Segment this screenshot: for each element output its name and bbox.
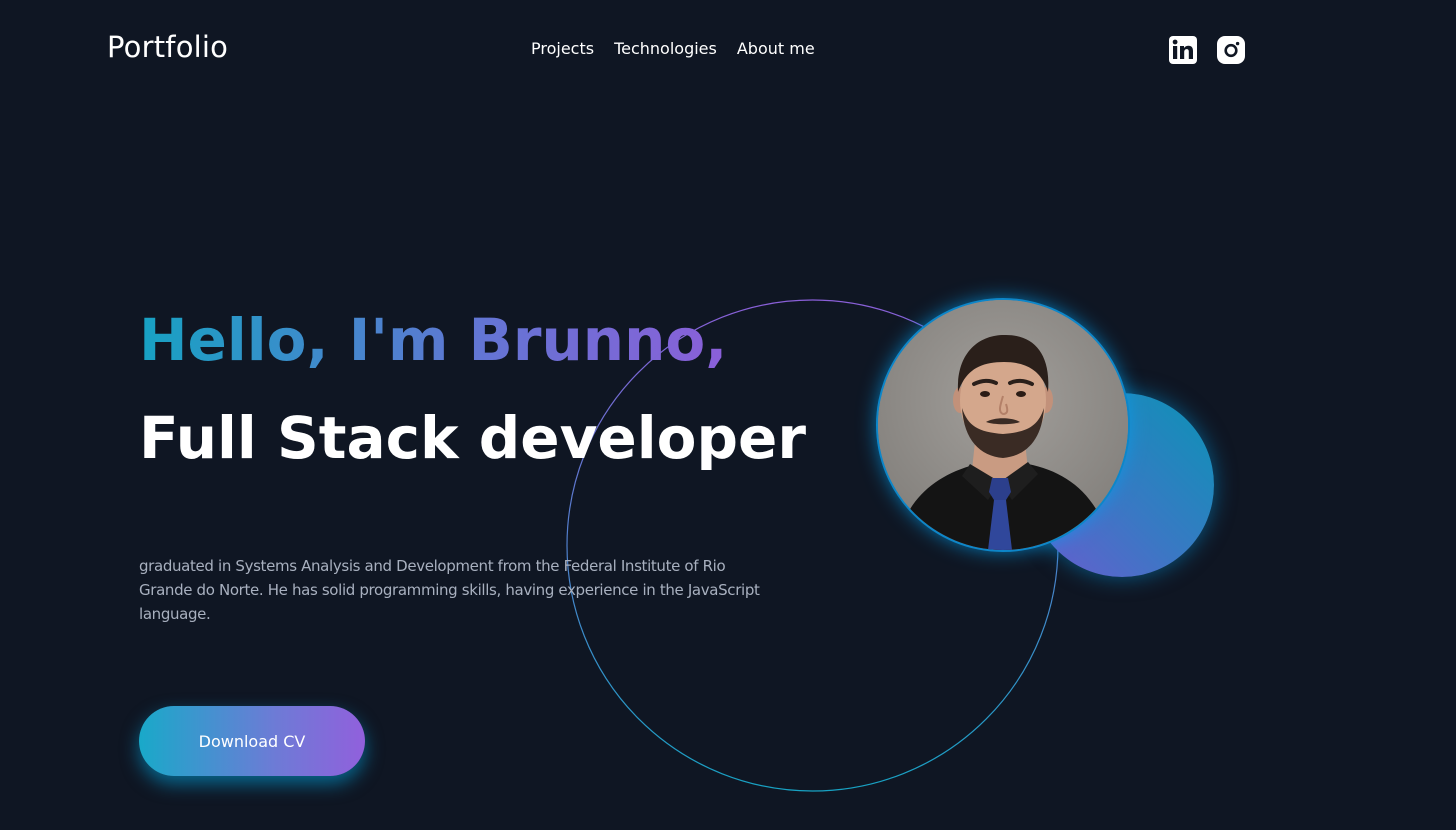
linkedin-icon xyxy=(1169,36,1197,64)
profile-photo-illustration xyxy=(878,300,1128,550)
download-cv-button[interactable]: Download CV xyxy=(139,706,365,776)
nav-link-about-me[interactable]: About me xyxy=(737,39,815,58)
hero-description: graduated in Systems Analysis and Develo… xyxy=(139,557,760,623)
profile-photo xyxy=(878,300,1128,550)
linkedin-link[interactable] xyxy=(1169,36,1197,64)
nav-link-projects[interactable]: Projects xyxy=(531,39,594,58)
main-nav: Projects Technologies About me xyxy=(531,39,815,58)
site-logo[interactable]: Portfolio xyxy=(107,30,228,64)
instagram-icon xyxy=(1217,36,1245,64)
nav-link-technologies[interactable]: Technologies xyxy=(614,39,717,58)
social-links xyxy=(1169,36,1245,64)
instagram-link[interactable] xyxy=(1217,36,1245,64)
hero-role: Full Stack developer xyxy=(139,404,806,472)
